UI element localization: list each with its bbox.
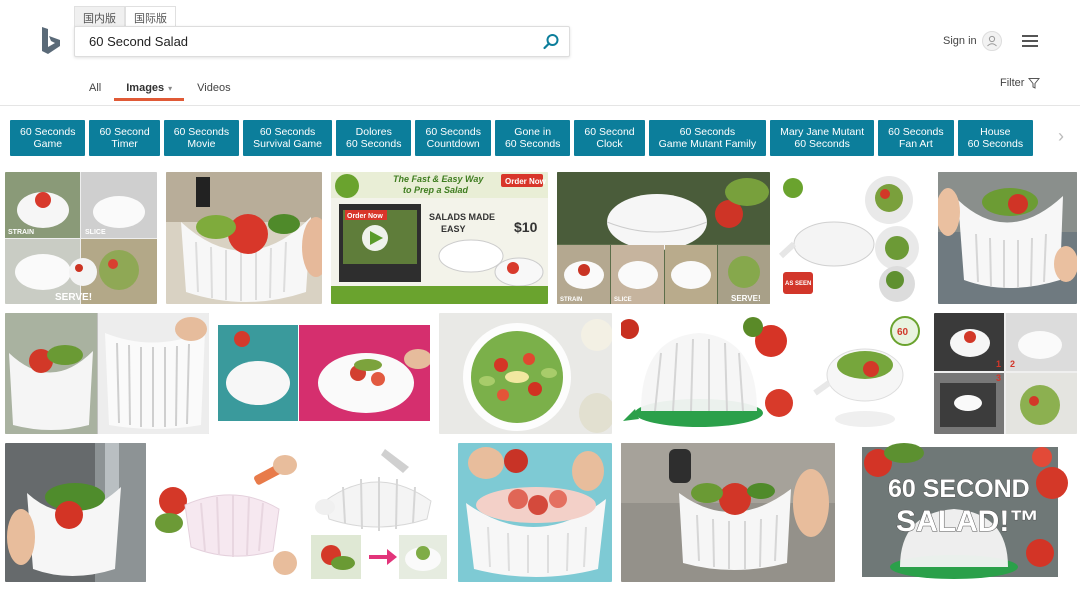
image-result[interactable]: STRAIN SLICE SERVE! — [557, 172, 770, 304]
related-search-chip[interactable]: 60 Seconds Game — [10, 120, 86, 156]
avatar-icon[interactable] — [982, 31, 1002, 51]
image-label-slice: SLICE — [614, 297, 632, 303]
filter-button[interactable]: Filter — [1000, 77, 1041, 89]
signin-link[interactable]: Sign in — [943, 35, 977, 47]
image-results-grid: STRAIN SLICE SERVE! The Fast & Easy Way … — [0, 170, 1080, 590]
chip-line: 60 Seconds — [794, 138, 850, 150]
related-search-chip[interactable]: Dolores 60 Seconds — [336, 120, 412, 156]
step-number-2: 2 — [1010, 359, 1015, 369]
chip-line: Gone in — [514, 126, 552, 138]
chip-line: Survival Game — [253, 138, 323, 150]
image-label-serve: SERVE! — [55, 292, 92, 303]
chip-line: Game — [33, 138, 63, 150]
image-label-strain: STRAIN — [8, 229, 34, 236]
chip-line: 60 Second — [99, 126, 150, 138]
chip-line: 60 Seconds — [259, 126, 316, 138]
image-result[interactable] — [458, 443, 612, 582]
chip-line: Countdown — [426, 138, 480, 150]
image-result[interactable] — [439, 313, 612, 434]
image-result[interactable] — [307, 443, 449, 582]
image-result[interactable] — [621, 443, 835, 582]
chevron-right-icon[interactable]: › — [1058, 126, 1064, 147]
ad-price: $10 — [514, 219, 538, 235]
chip-line: Game Mutant Family — [658, 138, 757, 150]
image-result[interactable]: 60 SECOND SALAD!™ — [844, 443, 1077, 582]
image-result[interactable] — [166, 172, 322, 304]
step-number-1: 1 — [996, 359, 1001, 369]
image-result[interactable]: The Fast & Easy Way to Prep a Salad Orde… — [331, 172, 548, 304]
search-icon[interactable] — [541, 32, 561, 52]
image-result[interactable] — [5, 313, 209, 434]
chip-line: 60 Seconds — [679, 126, 736, 138]
scope-tab-videos[interactable]: Videos — [197, 82, 230, 94]
header-divider — [0, 105, 1080, 106]
related-search-chip[interactable]: 60 Second Clock — [574, 120, 645, 156]
related-search-chip[interactable]: 60 Seconds Fan Art — [878, 120, 954, 156]
image-result[interactable] — [155, 443, 298, 582]
related-search-chip[interactable]: Gone in 60 Seconds — [494, 120, 571, 156]
chip-line: Timer — [111, 138, 138, 150]
funnel-icon — [1028, 78, 1041, 89]
image-result[interactable] — [938, 172, 1077, 304]
image-result[interactable] — [218, 313, 430, 434]
scope-tabs: All Images ▾ Videos — [89, 82, 256, 101]
image-result[interactable] — [621, 313, 794, 434]
image-result[interactable]: 60 — [803, 313, 925, 434]
related-search-chip[interactable]: 60 Second Timer — [89, 120, 160, 156]
image-title-line-1: 60 SECOND — [888, 475, 1030, 503]
chip-line: House — [980, 126, 1011, 138]
header: 国内版 国际版 Sign in All Images▾ Videos Filte… — [0, 0, 1080, 106]
related-search-chip[interactable]: Mary Jane Mutant 60 Seconds — [770, 120, 875, 156]
filter-label: Filter — [1000, 77, 1025, 89]
image-result[interactable]: AS SEEN ON TV — [779, 172, 929, 304]
ad-headline-2: to Prep a Salad — [403, 185, 469, 195]
scope-tab-images[interactable]: Images ▾ — [114, 82, 185, 101]
chip-line: Clock — [596, 138, 623, 150]
chip-line: Mary Jane Mutant — [780, 126, 865, 138]
chip-line: 60 Seconds — [425, 126, 481, 138]
image-label-strain: STRAIN — [560, 297, 582, 303]
chip-line: Fan Art — [898, 138, 933, 150]
image-result[interactable]: STRAIN SLICE SERVE! — [5, 172, 157, 304]
chip-line: 60 Seconds — [346, 138, 402, 150]
related-search-chip[interactable]: 60 Seconds Movie — [163, 120, 240, 156]
chevron-down-icon: ▾ — [168, 84, 173, 93]
image-result[interactable] — [5, 443, 146, 582]
ad-easy: EASY — [441, 224, 466, 234]
chip-line: Movie — [187, 138, 216, 150]
chip-line: 60 Seconds — [504, 138, 561, 150]
menu-icon[interactable] — [1022, 35, 1038, 47]
related-searches: 60 Seconds Game 60 Second Timer 60 Seconds Mo… — [10, 120, 1062, 157]
chip-line: 60 Seconds — [20, 126, 76, 138]
image-result[interactable]: 1 2 3 — [934, 313, 1077, 434]
related-search-chip[interactable]: 60 Seconds Countdown — [415, 120, 491, 156]
ad-salads-made: SALADS MADE — [429, 212, 495, 222]
image-label-serve: SERVE! — [731, 294, 761, 303]
chip-line: 60 Second — [584, 126, 635, 138]
related-search-chip[interactable]: House 60 Seconds — [957, 120, 1034, 156]
ad-order-now-2: Order Now — [347, 213, 383, 220]
image-label-slice: SLICE — [85, 229, 106, 236]
ad-headline-1: The Fast & Easy Way — [393, 174, 484, 184]
chip-line: 60 Seconds — [173, 126, 230, 138]
as-seen-on-tv-badge: AS SEEN ON TV — [785, 281, 831, 287]
step-number-3: 3 — [996, 373, 1001, 383]
related-search-chip[interactable]: 60 Seconds Survival Game — [243, 120, 333, 156]
scope-tab-images-label: Images — [126, 82, 165, 94]
scope-tab-all[interactable]: All — [89, 82, 101, 94]
search-input[interactable] — [89, 34, 529, 49]
svg-text:60: 60 — [897, 327, 909, 338]
search-box — [74, 26, 570, 57]
ad-order-now: Order Now — [505, 177, 547, 186]
chip-line: Dolores — [355, 126, 392, 138]
chip-line: 60 Seconds — [888, 126, 944, 138]
chip-line: 60 Seconds — [967, 138, 1024, 150]
bing-logo-icon[interactable] — [40, 26, 62, 56]
related-search-chip[interactable]: 60 Seconds Game Mutant Family — [648, 120, 767, 156]
image-title-line-2: SALAD!™ — [896, 505, 1039, 538]
